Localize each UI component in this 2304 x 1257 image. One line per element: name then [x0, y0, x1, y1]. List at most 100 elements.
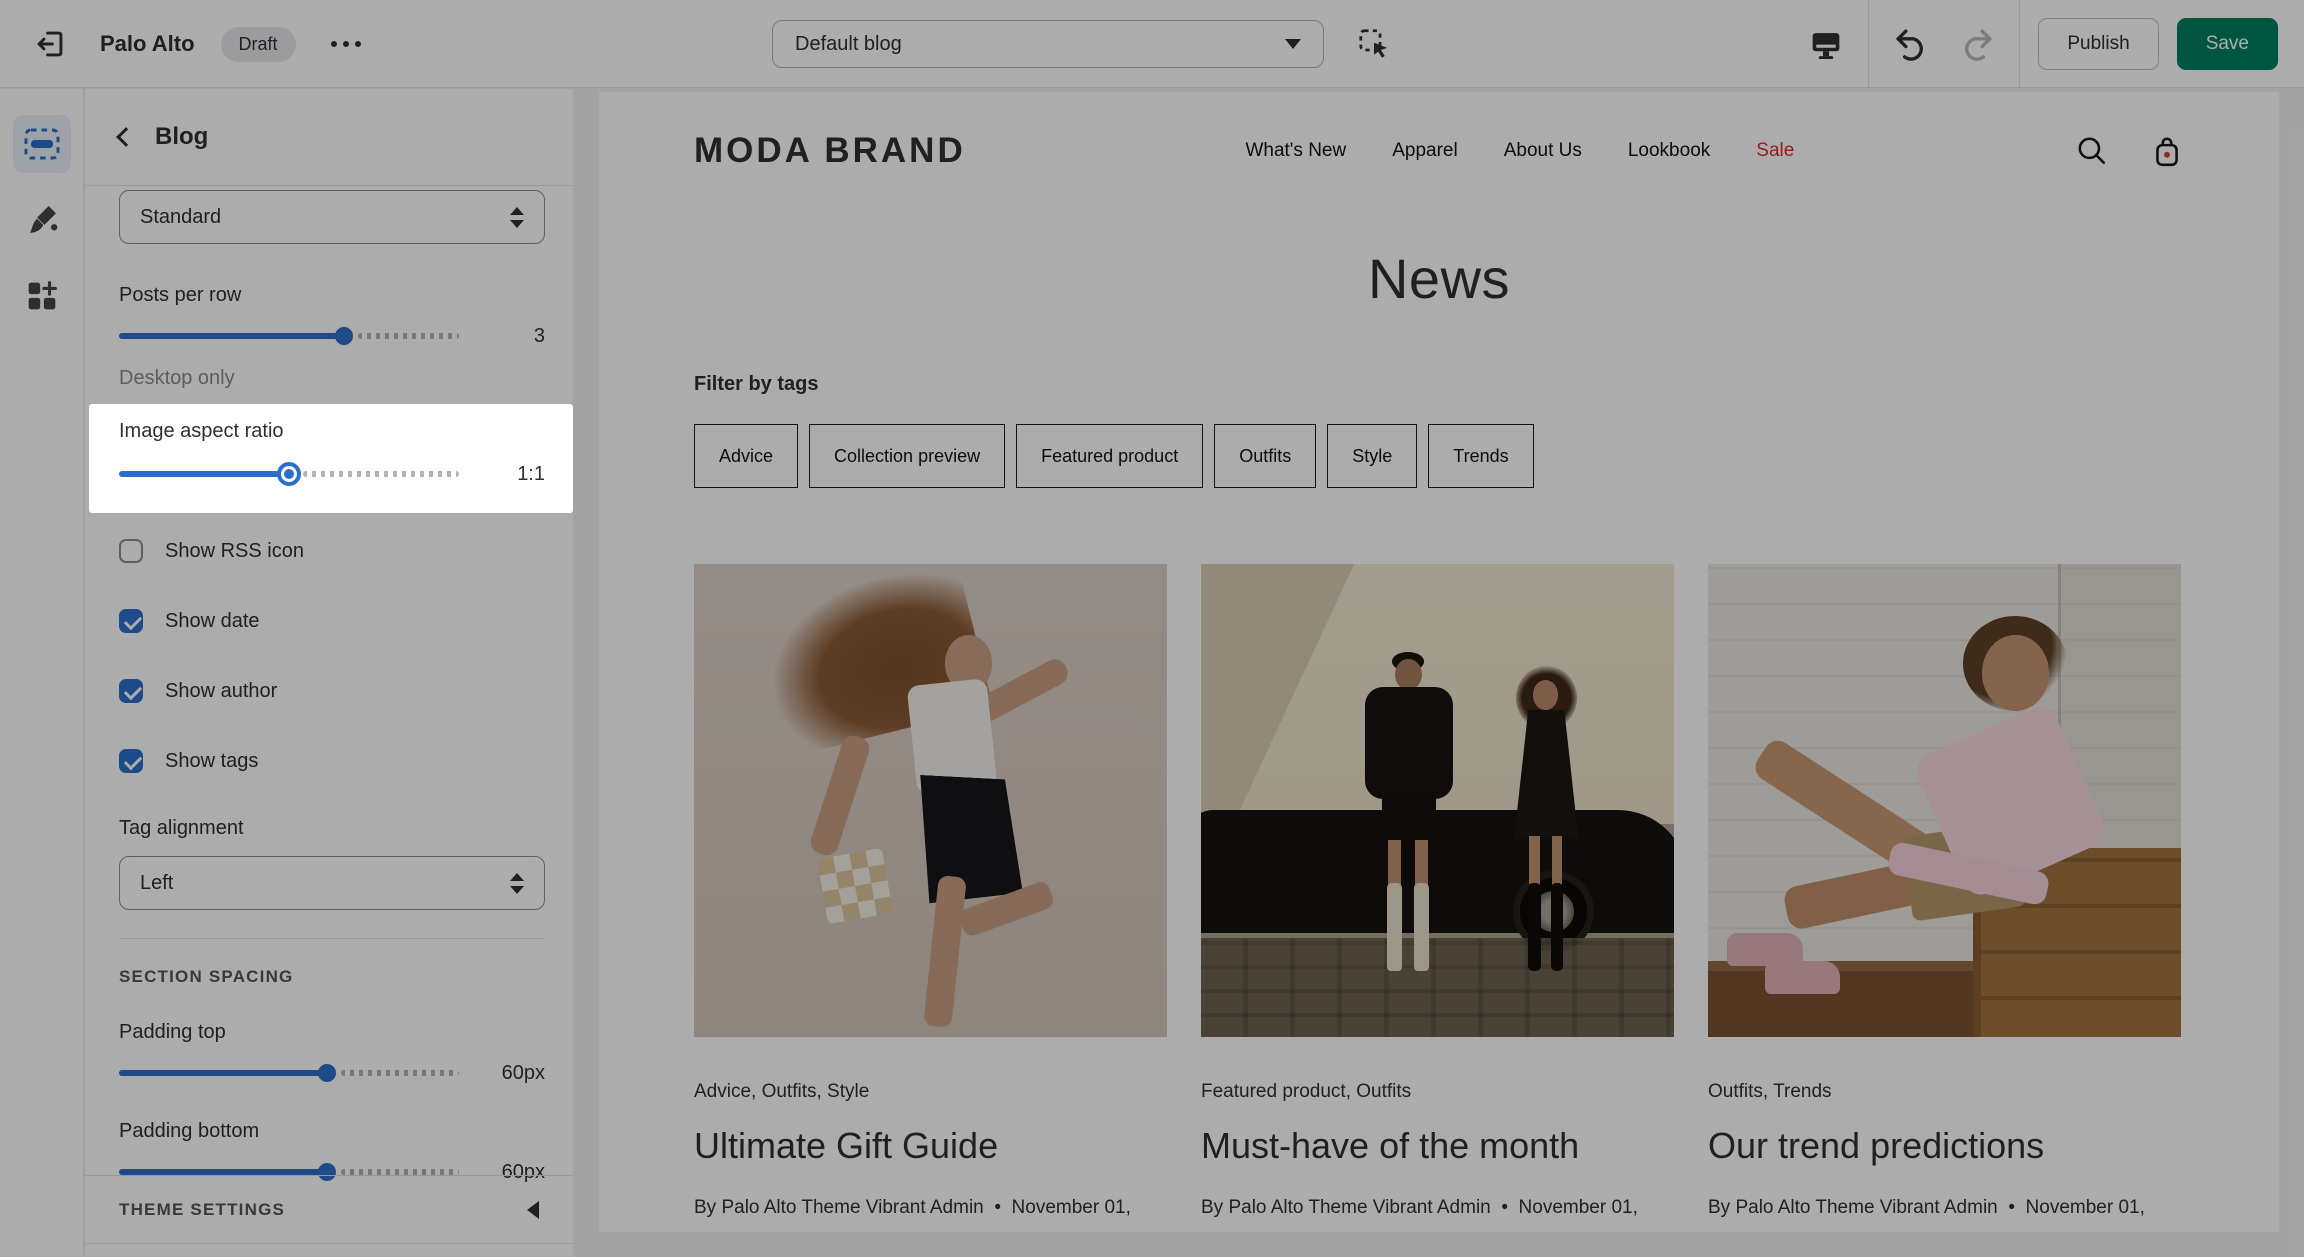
blog-post-image[interactable]	[694, 564, 1167, 1037]
collapse-triangle-icon	[527, 1201, 539, 1219]
undo-icon	[1893, 26, 1929, 62]
tag-filter-style[interactable]: Style	[1327, 424, 1417, 488]
publish-button[interactable]: Publish	[2038, 18, 2158, 70]
nav-about-us[interactable]: About Us	[1504, 140, 1582, 162]
save-button[interactable]: Save	[2177, 18, 2278, 70]
slider-value: 1:1	[481, 463, 545, 486]
nav-apparel[interactable]: Apparel	[1392, 140, 1458, 162]
post-byline: By Palo Alto Theme Vibrant Admin • Novem…	[1201, 1185, 1674, 1232]
image-aspect-ratio-spotlight: Image aspect ratio 1:1	[89, 404, 573, 513]
select-element-icon	[1356, 26, 1392, 62]
ellipsis-icon	[331, 41, 361, 47]
tag-filter-trends[interactable]: Trends	[1428, 424, 1533, 488]
section-spacing-heading: SECTION SPACING	[119, 967, 545, 987]
rail-theme-settings-tab[interactable]	[13, 191, 71, 249]
posts-per-row-setting: Posts per row 3	[119, 284, 545, 349]
desktop-preview-button[interactable]	[1802, 20, 1850, 68]
blog-post-grid: Advice, Outfits, Style Ultimate Gift Gui…	[694, 564, 2184, 1232]
rail-sections-tab[interactable]	[13, 115, 71, 173]
page-title: News	[694, 246, 2184, 311]
divider	[1868, 0, 1869, 88]
tag-filter-outfits[interactable]: Outfits	[1214, 424, 1316, 488]
sidebar-header: Blog	[85, 89, 573, 186]
rail-apps-tab[interactable]	[13, 267, 71, 325]
desktop-only-note: Desktop only	[119, 367, 545, 390]
nav-whats-new[interactable]: What's New	[1245, 140, 1346, 162]
setting-label: Tag alignment	[119, 817, 545, 840]
sidebar-title: Blog	[155, 123, 208, 151]
image-aspect-ratio-slider[interactable]	[119, 461, 465, 487]
checkbox[interactable]	[119, 609, 143, 633]
blog-post-card: Featured product, Outfits Must-have of t…	[1201, 564, 1674, 1232]
posts-per-row-slider[interactable]	[119, 323, 465, 349]
back-chevron-icon[interactable]	[116, 127, 136, 147]
site-header: MODA BRAND What's New Apparel About Us L…	[694, 92, 2184, 210]
cart-bag-icon[interactable]	[2150, 134, 2184, 168]
exit-icon	[33, 27, 67, 61]
blog-style-select[interactable]: Standard	[119, 190, 545, 244]
site-logo[interactable]: MODA BRAND	[694, 131, 966, 171]
slider-thumb[interactable]	[318, 1064, 336, 1082]
settings-sidebar: Blog Standard Posts per row 3 Desktop o	[85, 89, 573, 1257]
exit-editor-button[interactable]	[26, 20, 74, 68]
select-caret-icon	[510, 207, 524, 228]
post-title[interactable]: Ultimate Gift Guide	[694, 1125, 1167, 1167]
slider-value: 60px	[481, 1062, 545, 1085]
nav-lookbook[interactable]: Lookbook	[1628, 140, 1710, 162]
show-date-checkbox-row[interactable]: Show date	[119, 609, 545, 633]
post-byline: By Palo Alto Theme Vibrant Admin • Novem…	[694, 1185, 1167, 1232]
post-tags[interactable]: Outfits, Trends	[1708, 1081, 2181, 1103]
show-author-checkbox-row[interactable]: Show author	[119, 679, 545, 703]
status-badge: Draft	[221, 27, 296, 62]
undo-button[interactable]	[1887, 20, 1935, 68]
chevron-down-icon	[1285, 39, 1301, 49]
setting-label: Padding top	[119, 1021, 545, 1044]
post-title[interactable]: Our trend predictions	[1708, 1125, 2181, 1167]
checkbox[interactable]	[119, 679, 143, 703]
slider-value: 3	[481, 325, 545, 348]
theme-settings-footer[interactable]: THEME SETTINGS	[85, 1175, 573, 1244]
preview-canvas: MODA BRAND What's New Apparel About Us L…	[574, 89, 2304, 1257]
site-nav: What's New Apparel About Us Lookbook Sal…	[1245, 140, 1794, 162]
divider	[119, 938, 545, 939]
search-icon[interactable]	[2074, 134, 2108, 168]
redo-icon	[1959, 26, 1995, 62]
checkbox[interactable]	[119, 749, 143, 773]
slider-thumb[interactable]	[335, 327, 353, 345]
post-tags[interactable]: Featured product, Outfits	[1201, 1081, 1674, 1103]
checkbox[interactable]	[119, 539, 143, 563]
show-rss-checkbox-row[interactable]: Show RSS icon	[119, 539, 545, 563]
show-tags-checkbox-row[interactable]: Show tags	[119, 749, 545, 773]
blog-template-select[interactable]: Default blog	[772, 20, 1324, 68]
tag-alignment-select[interactable]: Left	[119, 856, 545, 910]
theme-title: Palo Alto	[100, 31, 195, 57]
divider	[2019, 0, 2020, 88]
blog-post-card: Advice, Outfits, Style Ultimate Gift Gui…	[694, 564, 1167, 1232]
setting-label: Posts per row	[119, 284, 545, 307]
post-byline: By Palo Alto Theme Vibrant Admin • Novem…	[1708, 1185, 2181, 1232]
theme-editor-app: Palo Alto Draft Default blog	[0, 0, 2304, 1257]
filter-by-tags-label: Filter by tags	[694, 373, 2184, 396]
nav-sale[interactable]: Sale	[1756, 140, 1794, 162]
blog-post-image[interactable]	[1708, 564, 2181, 1037]
slider-thumb[interactable]	[281, 466, 297, 482]
blog-post-card: Outfits, Trends Our trend predictions By…	[1708, 564, 2181, 1232]
sections-icon	[23, 127, 61, 161]
redo-button[interactable]	[1953, 20, 2001, 68]
select-caret-icon	[510, 873, 524, 894]
more-actions-button[interactable]	[322, 20, 370, 68]
monitor-icon	[1809, 27, 1843, 61]
post-title[interactable]: Must-have of the month	[1201, 1125, 1674, 1167]
tag-filter-advice[interactable]: Advice	[694, 424, 798, 488]
tag-filter-collection-preview[interactable]: Collection preview	[809, 424, 1005, 488]
setting-label: Padding bottom	[119, 1120, 545, 1143]
tag-filter-featured-product[interactable]: Featured product	[1016, 424, 1203, 488]
section-picker-button[interactable]	[1350, 20, 1398, 68]
storefront-preview: MODA BRAND What's New Apparel About Us L…	[599, 92, 2279, 1232]
tag-alignment-setting: Tag alignment Left	[119, 817, 545, 910]
padding-top-slider[interactable]	[119, 1060, 465, 1086]
blog-post-image[interactable]	[1201, 564, 1674, 1037]
padding-top-setting: Padding top 60px	[119, 1021, 545, 1086]
tag-filter-row: Advice Collection preview Featured produ…	[694, 424, 2184, 488]
post-tags[interactable]: Advice, Outfits, Style	[694, 1081, 1167, 1103]
